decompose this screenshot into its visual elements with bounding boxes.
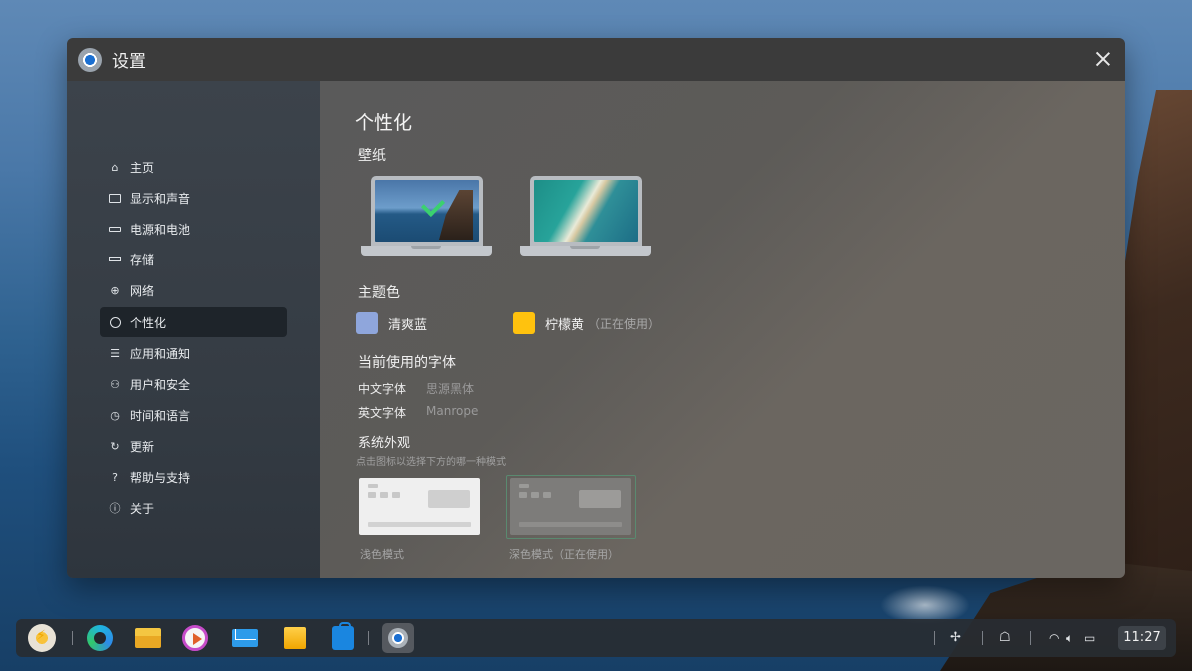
theme-option-blue[interactable]: 清爽蓝 — [356, 312, 427, 334]
wallpaper-heading: 壁纸 — [358, 148, 386, 164]
taskbar-divider — [72, 631, 73, 645]
taskbar-divider — [982, 631, 983, 645]
wallpaper-option-beach[interactable] — [520, 176, 651, 258]
close-button[interactable] — [1093, 49, 1113, 69]
clock-icon: ◷ — [110, 408, 120, 422]
palette-icon — [108, 315, 122, 329]
sidebar-item-update[interactable]: ↻ 更新 — [100, 431, 287, 461]
fonts-heading: 当前使用的字体 — [358, 355, 456, 371]
sidebar-item-label: 个性化 — [130, 315, 167, 330]
appearance-heading: 系统外观 — [358, 436, 411, 451]
file-explorer-icon[interactable] — [135, 628, 161, 648]
list-icon: ☰ — [110, 346, 120, 360]
sidebar-item-home[interactable]: ⌂ 主页 — [100, 152, 287, 182]
storage-icon — [108, 252, 122, 266]
help-icon: ? — [112, 470, 118, 484]
color-swatch — [513, 312, 535, 334]
edge-browser-icon[interactable] — [87, 625, 113, 651]
media-player-icon[interactable] — [182, 625, 208, 651]
dark-mode-label: 深色模式（正在使用） — [509, 548, 619, 561]
sidebar-item-storage[interactable]: 存储 — [100, 244, 287, 274]
theme-label: 柠檬黄 — [545, 317, 585, 333]
font-value: Manrope — [426, 404, 479, 418]
sidebar-item-label: 应用和通知 — [130, 346, 191, 361]
volume-icon[interactable]: 🔈︎ — [1066, 629, 1073, 647]
settings-window: 设置 ⌂ 主页 显示和声音 电源和电池 存储 ⊕ 网络 个性化 ☰ 应用和通知 … — [67, 38, 1125, 578]
taskbar-divider — [934, 631, 935, 645]
sidebar: ⌂ 主页 显示和声音 电源和电池 存储 ⊕ 网络 个性化 ☰ 应用和通知 ⚇ 用… — [67, 81, 320, 578]
light-mode-label: 浅色模式 — [360, 548, 404, 561]
settings-gear-icon — [388, 628, 408, 648]
font-row-chinese: 中文字体 思源黑体 — [358, 380, 474, 397]
sidebar-item-users[interactable]: ⚇ 用户和安全 — [100, 369, 287, 399]
refresh-icon: ↻ — [110, 439, 120, 453]
sidebar-item-label: 关于 — [130, 501, 155, 516]
window-title: 设置 — [112, 52, 146, 72]
title-bar: 设置 — [67, 38, 1125, 81]
settings-gear-icon — [78, 47, 102, 72]
sidebar-item-label: 更新 — [130, 439, 155, 454]
wallpaper-thumbnail — [375, 180, 479, 242]
user-icon: ⚇ — [110, 377, 120, 391]
sidebar-item-time[interactable]: ◷ 时间和语言 — [100, 400, 287, 430]
sidebar-item-power[interactable]: 电源和电池 — [100, 214, 287, 244]
taskbar-divider — [368, 631, 369, 645]
home-icon: ⌂ — [111, 160, 119, 174]
sidebar-item-label: 时间和语言 — [130, 408, 191, 423]
sidebar-item-label: 存储 — [130, 252, 155, 267]
page-title: 个性化 — [355, 112, 413, 134]
sidebar-item-label: 帮助与支持 — [130, 470, 191, 485]
network-share-icon[interactable]: ✢ — [950, 629, 961, 647]
sidebar-item-apps[interactable]: ☰ 应用和通知 — [100, 338, 287, 368]
assistant-icon[interactable]: ☖ — [999, 629, 1011, 647]
store-icon[interactable] — [332, 622, 354, 650]
sidebar-item-label: 网络 — [130, 283, 155, 298]
dark-mode-card[interactable] — [510, 478, 631, 535]
sidebar-item-label: 电源和电池 — [130, 222, 191, 237]
font-key: 英文字体 — [358, 406, 407, 420]
battery-icon[interactable]: ▭ — [1084, 629, 1095, 647]
taskbar: ✢ ☖ ◠ 🔈︎ ▭ 11:27 — [16, 619, 1176, 657]
content-panel: 个性化 壁纸 主题色 清爽蓝 柠檬黄 （正在使用） 当前使用的字体 中文字体 思… — [320, 81, 1125, 578]
sidebar-item-label: 主页 — [130, 160, 155, 175]
sidebar-item-about[interactable]: ⓘ 关于 — [100, 493, 287, 523]
start-button[interactable] — [28, 624, 56, 652]
taskbar-settings-app[interactable] — [382, 623, 414, 653]
wallpaper-option-coast[interactable] — [361, 176, 492, 258]
light-mode-card[interactable] — [359, 478, 480, 535]
theme-option-yellow[interactable]: 柠檬黄 （正在使用） — [513, 312, 660, 334]
wifi-icon[interactable]: ◠ — [1049, 629, 1059, 647]
font-row-english: 英文字体 Manrope — [358, 404, 478, 421]
monitor-icon — [108, 191, 122, 205]
mail-icon[interactable] — [232, 629, 258, 647]
theme-heading: 主题色 — [358, 285, 400, 301]
clock[interactable]: 11:27 — [1118, 626, 1166, 650]
theme-label: 清爽蓝 — [388, 317, 428, 333]
font-value: 思源黑体 — [426, 382, 475, 396]
sidebar-item-help[interactable]: ? 帮助与支持 — [100, 462, 287, 492]
info-icon: ⓘ — [109, 501, 121, 515]
globe-icon: ⊕ — [110, 283, 120, 297]
taskbar-divider — [1030, 631, 1031, 645]
sidebar-item-label: 用户和安全 — [130, 377, 191, 392]
sidebar-item-network[interactable]: ⊕ 网络 — [100, 275, 287, 305]
sidebar-item-label: 显示和声音 — [130, 191, 191, 206]
appearance-hint: 点击图标以选择下方的哪一种模式 — [356, 457, 506, 468]
sidebar-item-personalization[interactable]: 个性化 — [100, 307, 287, 337]
notes-icon[interactable] — [284, 627, 306, 649]
font-key: 中文字体 — [358, 382, 407, 396]
in-use-note: （正在使用） — [588, 316, 661, 331]
wallpaper-thumbnail — [534, 180, 638, 242]
color-swatch — [356, 312, 378, 334]
battery-icon — [108, 222, 122, 236]
sidebar-item-display[interactable]: 显示和声音 — [100, 183, 287, 213]
